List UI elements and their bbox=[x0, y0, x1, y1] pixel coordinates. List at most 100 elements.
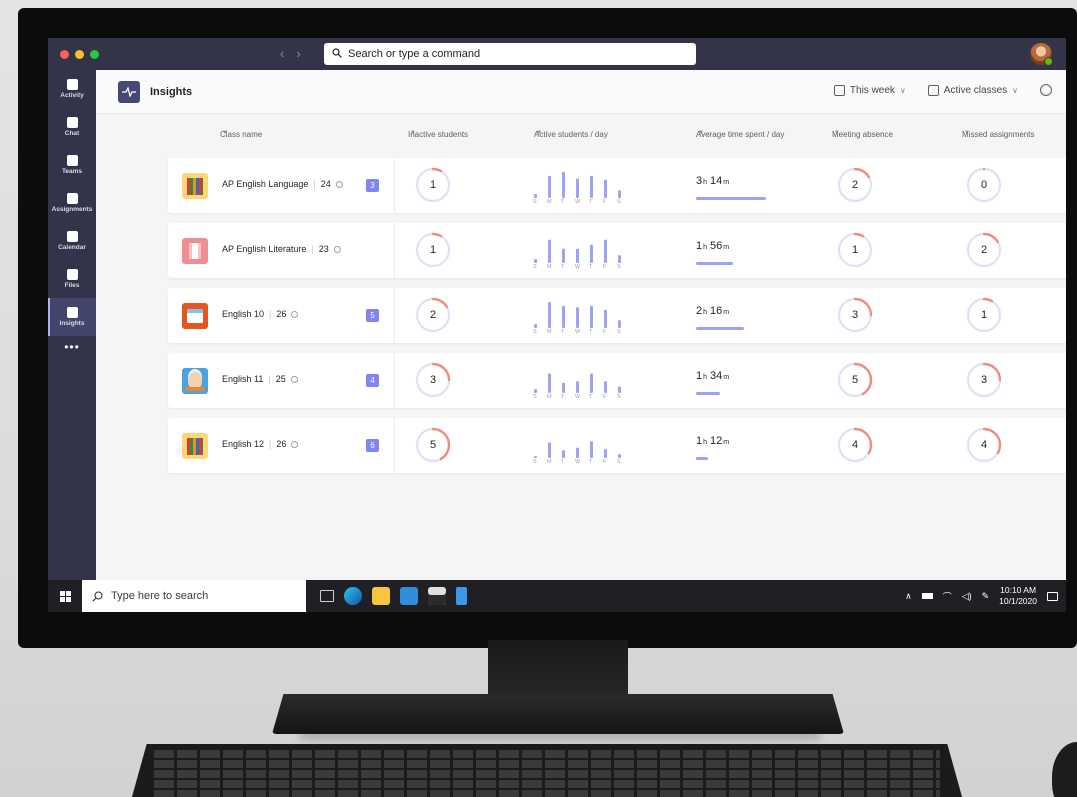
day-label: S bbox=[533, 264, 537, 270]
notification-badge[interactable]: 3 bbox=[366, 179, 379, 192]
sidebar-item-assignments[interactable]: Assignments bbox=[48, 184, 96, 222]
inactive-students-ring[interactable]: 1 bbox=[414, 166, 452, 204]
period-dropdown[interactable]: This week ∨ bbox=[833, 84, 906, 96]
more-apps-icon[interactable]: ••• bbox=[48, 340, 96, 354]
sidebar-item-label: Calendar bbox=[58, 244, 86, 251]
day-bar bbox=[548, 373, 551, 393]
class-row[interactable]: English 11 | 25 4 3 S M T W T F S 1h 34m 5 3 bbox=[168, 353, 1066, 408]
avg-time-value[interactable]: 1h 12m bbox=[696, 435, 732, 447]
store-icon[interactable] bbox=[428, 587, 446, 605]
class-name-cell[interactable]: English 10 | 26 bbox=[222, 309, 299, 319]
day-bar bbox=[548, 239, 551, 263]
task-view-icon[interactable] bbox=[320, 590, 334, 602]
class-row[interactable]: English 12 | 26 6 5 S M T W T F S 1h 12m 4 4 bbox=[168, 418, 1066, 473]
header-missed-text: Missed assignments bbox=[962, 130, 1035, 139]
missed-assignments-ring[interactable]: 4 bbox=[965, 426, 1003, 464]
meeting-absence-ring[interactable]: 3 bbox=[836, 296, 874, 334]
missed-assignments-ring[interactable]: 0 bbox=[965, 166, 1003, 204]
avg-time-bar bbox=[696, 392, 720, 395]
start-button[interactable] bbox=[48, 580, 82, 612]
person-icon bbox=[291, 310, 299, 318]
inactive-students-ring-value: 2 bbox=[429, 309, 437, 321]
avg-time-value[interactable]: 1h 56m bbox=[696, 240, 732, 252]
minimize-window-dot[interactable] bbox=[75, 49, 84, 59]
meeting-absence-ring[interactable]: 4 bbox=[836, 426, 874, 464]
settings-gear-icon[interactable] bbox=[1040, 84, 1052, 96]
meeting-absence-ring[interactable]: 1 bbox=[836, 231, 874, 269]
hours-unit: h bbox=[703, 179, 708, 186]
taskbar-search[interactable]: Type here to search bbox=[82, 580, 306, 612]
avg-time-value[interactable]: 2h 16m bbox=[696, 305, 732, 317]
meeting-absence-ring[interactable]: 2 bbox=[836, 166, 874, 204]
forward-arrow-icon[interactable]: › bbox=[296, 46, 300, 61]
class-name-cell[interactable]: AP English Literature | 23 bbox=[222, 244, 341, 254]
tray-chevron-up-icon[interactable]: ∧ bbox=[905, 591, 912, 602]
hours-value: 1 bbox=[696, 240, 703, 252]
file-explorer-icon[interactable] bbox=[372, 587, 390, 605]
sidebar-item-insights[interactable]: Insights bbox=[48, 298, 96, 336]
meeting-absence-ring[interactable]: 5 bbox=[836, 361, 874, 399]
avg-time-value[interactable]: 3h 14m bbox=[696, 175, 732, 187]
day-label: F bbox=[603, 199, 607, 205]
phone-icon[interactable] bbox=[456, 587, 467, 605]
class-avatar-icon bbox=[182, 303, 208, 329]
class-row[interactable]: AP English Language | 24 3 1 S M T W T F S 3h 14m 2 0 bbox=[168, 158, 1066, 213]
sidebar-item-activity[interactable]: Activity bbox=[48, 70, 96, 108]
calendar-icon bbox=[833, 84, 845, 96]
command-search-box[interactable]: Search or type a command bbox=[324, 43, 696, 65]
notifications-icon[interactable] bbox=[1047, 591, 1058, 601]
sidebar-item-label: Teams bbox=[61, 168, 83, 175]
user-avatar[interactable] bbox=[1030, 43, 1053, 66]
notification-badge[interactable]: 6 bbox=[366, 439, 379, 452]
inactive-students-ring[interactable]: 2 bbox=[414, 296, 452, 334]
sidebar-item-teams[interactable]: Teams bbox=[48, 146, 96, 184]
minutes-unit: m bbox=[723, 374, 730, 381]
maximize-window-dot[interactable] bbox=[90, 49, 99, 59]
class-name-cell[interactable]: English 12 | 26 bbox=[222, 439, 299, 449]
day-label: S bbox=[617, 264, 621, 270]
avg-time-value[interactable]: 1h 34m bbox=[696, 370, 732, 382]
wifi-icon[interactable]: ⌒ bbox=[943, 590, 952, 603]
close-window-dot[interactable] bbox=[60, 49, 69, 59]
inactive-students-ring[interactable]: 5 bbox=[414, 426, 452, 464]
notification-badge[interactable]: 4 bbox=[366, 374, 379, 387]
day-bar bbox=[576, 178, 579, 198]
back-arrow-icon[interactable]: ‹ bbox=[280, 46, 284, 61]
day-label: T bbox=[589, 459, 593, 465]
sidebar-item-chat[interactable]: Chat bbox=[48, 108, 96, 146]
missed-assignments-ring[interactable]: 1 bbox=[965, 296, 1003, 334]
mouse bbox=[1052, 742, 1077, 797]
day-label: M bbox=[547, 199, 552, 205]
sidebar-item-files[interactable]: Files bbox=[48, 260, 96, 298]
class-name: AP English Literature bbox=[222, 244, 307, 254]
class-filter-label: Active classes bbox=[943, 84, 1008, 96]
class-filter-dropdown[interactable]: Active classes ∨ bbox=[927, 84, 1018, 96]
mail-icon[interactable] bbox=[400, 587, 418, 605]
day-bar bbox=[562, 382, 565, 393]
class-row[interactable]: English 10 | 26 5 2 S M T W T F S 2h 16m 3 1 bbox=[168, 288, 1066, 343]
sidebar-item-calendar[interactable]: Calendar bbox=[48, 222, 96, 260]
volume-icon[interactable]: ◁) bbox=[962, 591, 972, 602]
class-name: AP English Language bbox=[222, 179, 309, 189]
inactive-students-ring[interactable]: 3 bbox=[414, 361, 452, 399]
day-bar bbox=[576, 248, 579, 263]
day-bar bbox=[562, 172, 565, 198]
sort-caret-icon: ▼ bbox=[536, 130, 542, 136]
battery-icon[interactable] bbox=[921, 593, 933, 599]
pen-icon[interactable]: ✎ bbox=[982, 591, 990, 602]
notification-badge[interactable]: 5 bbox=[366, 309, 379, 322]
taskbar-clock[interactable]: 10:10 AM 10/1/2020 bbox=[999, 585, 1037, 607]
day-bar bbox=[534, 259, 537, 263]
class-name-cell[interactable]: AP English Language | 24 bbox=[222, 179, 343, 189]
minutes-value: 14 bbox=[710, 175, 723, 187]
hours-unit: h bbox=[703, 244, 708, 251]
missed-assignments-ring[interactable]: 2 bbox=[965, 231, 1003, 269]
class-name-cell[interactable]: English 11 | 25 bbox=[222, 374, 298, 384]
meeting-absence-ring-value: 1 bbox=[851, 244, 859, 256]
edge-browser-icon[interactable] bbox=[344, 587, 362, 605]
class-row[interactable]: AP English Literature | 23 1 S M T W T F S 1h 56m 1 2 bbox=[168, 223, 1066, 278]
inactive-students-ring[interactable]: 1 bbox=[414, 231, 452, 269]
day-label: M bbox=[547, 394, 552, 400]
day-label: S bbox=[533, 199, 537, 205]
missed-assignments-ring[interactable]: 3 bbox=[965, 361, 1003, 399]
